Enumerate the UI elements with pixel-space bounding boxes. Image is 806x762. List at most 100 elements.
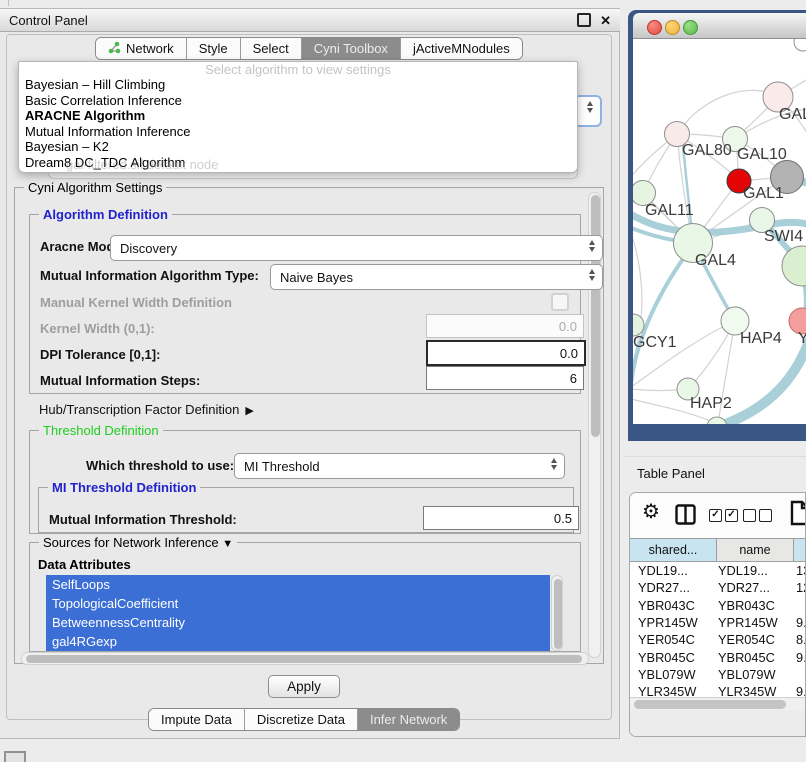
node-right-large[interactable] xyxy=(782,246,806,286)
tab-select[interactable]: Select xyxy=(240,38,301,59)
combo-stepper xyxy=(589,240,595,252)
network-window-titlebar[interactable] xyxy=(633,13,806,39)
manual-kernel-checkbox[interactable] xyxy=(551,293,569,311)
control-panel-tabbar: Network Style Select Cyni Toolbox jActiv… xyxy=(95,37,523,60)
control-panel-title: Control Panel xyxy=(9,13,577,28)
window-edge-tick xyxy=(8,0,9,6)
column-header-shared-name[interactable]: shared... xyxy=(630,539,717,561)
mi-threshold-field[interactable]: 0.5 xyxy=(423,506,579,530)
cell-value: 8. xyxy=(792,632,806,647)
cell-shared-name: YDR27... xyxy=(630,580,716,595)
control-panel-titlebar: Control Panel ✕ xyxy=(0,9,620,32)
mi-algorithm-type-combo[interactable]: Naive Bayes xyxy=(270,264,603,290)
cell-shared-name: YBR043C xyxy=(630,598,716,613)
control-panel: Control Panel ✕ Network xyxy=(0,8,620,739)
attributes-vscrollbar-thumb[interactable] xyxy=(554,579,562,649)
settings-vscrollbar-thumb[interactable] xyxy=(591,195,600,437)
split-columns-icon[interactable] xyxy=(675,504,696,530)
combo-stepper xyxy=(587,101,593,113)
close-icon[interactable]: ✕ xyxy=(600,14,611,27)
list-item-betweennesscentrality[interactable]: BetweennessCentrality xyxy=(46,613,550,632)
cell-shared-name: YBR045C xyxy=(630,650,716,665)
checked-box-icon: ✓ xyxy=(725,509,738,522)
gear-icon[interactable]: ⚙ xyxy=(642,502,660,522)
list-item-topologicalcoefficient[interactable]: TopologicalCoefficient xyxy=(46,594,550,613)
apply-button[interactable]: Apply xyxy=(268,675,340,698)
close-traffic-light[interactable] xyxy=(647,20,662,35)
minimized-panel-icon[interactable] xyxy=(4,751,26,762)
float-window-icon[interactable] xyxy=(577,13,591,27)
zoom-traffic-light[interactable] xyxy=(683,20,698,35)
cell-name: YBL079W xyxy=(716,667,792,682)
deselect-all-checks-icon[interactable] xyxy=(743,509,772,522)
dropdown-item-bayesian-k2[interactable]: Bayesian – K2 xyxy=(19,139,577,155)
settings-hscrollbar[interactable] xyxy=(21,652,589,665)
minimize-traffic-light[interactable] xyxy=(665,20,680,35)
list-item-selfloops[interactable]: SelfLoops xyxy=(46,575,550,594)
node-bottom[interactable] xyxy=(707,417,727,424)
dropdown-item-aracne[interactable]: ARACNE Algorithm xyxy=(19,108,577,124)
sources-group: Sources for Network Inference ▼ Data Att… xyxy=(29,542,581,652)
table-panel: ⚙ ✓ ✓ shared. xyxy=(629,492,806,737)
table-row[interactable]: YBR043C YBR043C xyxy=(630,597,806,614)
network-canvas[interactable]: GAL GAL80 GAL10 GAL1 GAL11 SWI4 GAL4 GCY… xyxy=(633,39,806,424)
dropdown-item-basic-correlation[interactable]: Basic Correlation Inference xyxy=(19,93,577,109)
tab-cyni-toolbox[interactable]: Cyni Toolbox xyxy=(301,38,400,59)
table-row[interactable]: YDR27... YDR27... 12 xyxy=(630,579,806,596)
tab-network[interactable]: Network xyxy=(96,38,186,59)
column-header-cut[interactable] xyxy=(794,539,806,561)
combo-stepper xyxy=(589,269,595,281)
tab-discretize-data[interactable]: Discretize Data xyxy=(244,709,357,730)
aracne-mode-value: Discovery xyxy=(120,241,177,256)
tab-jactivemnodules[interactable]: jActiveMNodules xyxy=(400,38,522,59)
network-node-labels: GAL GAL80 GAL10 GAL1 GAL11 SWI4 GAL4 GCY… xyxy=(633,106,806,412)
combo-stepper xyxy=(551,458,557,470)
attributes-vscrollbar[interactable] xyxy=(551,575,563,651)
column-header-name[interactable]: name xyxy=(717,539,794,561)
manual-kernel-label: Manual Kernel Width Definition xyxy=(40,295,232,310)
tab-label: Select xyxy=(253,41,289,56)
table-row[interactable]: YER054C YER054C 8. xyxy=(630,631,806,648)
table-row[interactable]: YPR145W YPR145W 9. xyxy=(630,614,806,631)
data-attributes-list: SelfLoops TopologicalCoefficient Between… xyxy=(46,575,550,651)
cell-name: YPR145W xyxy=(716,615,792,630)
aracne-mode-combo[interactable]: Discovery xyxy=(110,235,603,261)
tab-infer-network[interactable]: Infer Network xyxy=(357,709,459,730)
label-gal11: GAL11 xyxy=(645,202,694,219)
mi-steps-field[interactable]: 6 xyxy=(426,366,584,390)
which-threshold-combo[interactable]: MI Threshold xyxy=(234,453,565,479)
hub-definition-toggle[interactable]: Hub/Transcription Factor Definition ▶ xyxy=(39,402,254,417)
collapsed-arrow-icon: ▶ xyxy=(245,405,253,417)
label-swi4: SWI4 xyxy=(764,228,803,245)
tab-impute-data[interactable]: Impute Data xyxy=(149,709,244,730)
kernel-width-field[interactable]: 0.0 xyxy=(426,314,584,338)
dropdown-item-dream8[interactable]: Dream8 DC_TDC Algorithm xyxy=(19,155,577,171)
table-panel-footer xyxy=(630,710,806,737)
dropdown-item-mutual-information[interactable]: Mutual Information Inference xyxy=(19,124,577,140)
table-hscrollbar[interactable] xyxy=(630,697,806,710)
tab-style[interactable]: Style xyxy=(186,38,240,59)
mi-threshold-definition-group: MI Threshold Definition Mutual Informati… xyxy=(38,487,574,533)
new-table-icon[interactable] xyxy=(790,500,806,531)
algorithm-dropdown: Select algorithm to view settings Bayesi… xyxy=(18,61,578,173)
label-y: Y xyxy=(798,330,806,347)
dpi-tolerance-field[interactable]: 0.0 xyxy=(426,340,586,366)
hub-definition-label: Hub/Transcription Factor Definition xyxy=(39,402,239,417)
algorithm-definition-group: Algorithm Definition Aracne Mode: Discov… xyxy=(29,214,581,394)
network-view-window: GAL GAL80 GAL10 GAL1 GAL11 SWI4 GAL4 GCY… xyxy=(628,10,806,441)
table-row[interactable]: YDL19... YDL19... 13 xyxy=(630,562,806,579)
list-item-gal4rgexp[interactable]: gal4RGexp xyxy=(46,632,550,651)
node-unnamed-top[interactable] xyxy=(794,39,806,51)
dropdown-item-bayesian-hill[interactable]: Bayesian – Hill Climbing xyxy=(19,77,577,93)
settings-vscrollbar[interactable] xyxy=(588,192,601,658)
cell-value: 13 xyxy=(792,563,806,578)
select-all-checks-icon[interactable]: ✓ ✓ xyxy=(709,509,738,522)
settings-hscrollbar-thumb[interactable] xyxy=(26,655,582,663)
cyni-algorithm-settings-group: Cyni Algorithm Settings Algorithm Defini… xyxy=(14,187,604,664)
sources-group-title[interactable]: Sources for Network Inference ▼ xyxy=(39,535,237,552)
table-row[interactable]: YBR045C YBR045C 9. xyxy=(630,648,806,665)
which-threshold-label: Which threshold to use: xyxy=(86,458,234,473)
table-hscrollbar-thumb[interactable] xyxy=(634,700,786,709)
table-row[interactable]: YBL079W YBL079W xyxy=(630,666,806,683)
expanded-arrow-icon: ▼ xyxy=(222,538,233,550)
